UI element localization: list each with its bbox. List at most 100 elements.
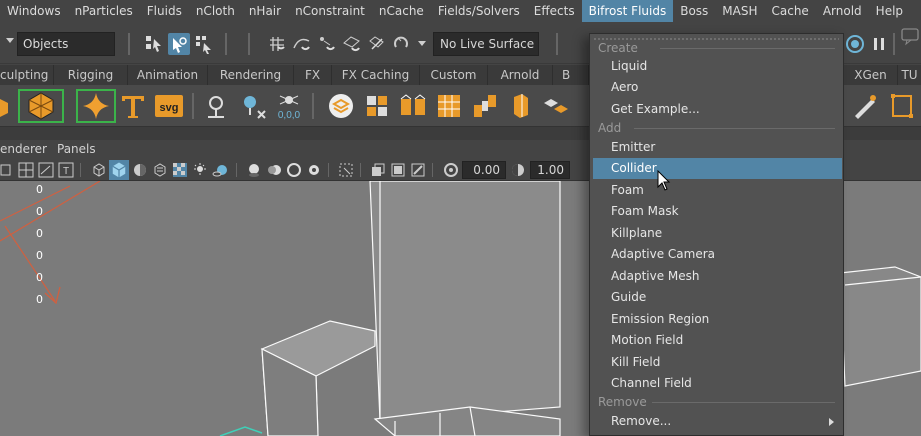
textured-icon[interactable] xyxy=(152,162,168,178)
live-surface-field[interactable]: No Live Surface xyxy=(433,32,539,56)
menu-item-kill-field[interactable]: Kill Field xyxy=(593,352,842,373)
xray-checker-icon[interactable] xyxy=(172,162,188,178)
menu-bifrost-fluids[interactable]: Bifrost Fluids xyxy=(581,0,674,22)
menu-nparticles[interactable]: nParticles xyxy=(68,0,140,22)
depth-of-field-icon[interactable] xyxy=(306,162,322,178)
select-by-object-type-button[interactable] xyxy=(168,33,190,55)
menu-cache[interactable]: Cache xyxy=(765,0,816,22)
menuset-arrow-icon[interactable] xyxy=(6,38,14,43)
tab-tu[interactable]: TU xyxy=(898,65,921,85)
gamma-field[interactable]: 1.00 xyxy=(530,161,570,179)
menu-item-aero[interactable]: Aero xyxy=(593,77,842,98)
xray-active-components-icon[interactable] xyxy=(390,162,406,178)
menu-item-foam-mask[interactable]: Foam Mask xyxy=(593,201,842,222)
menu-item-foam[interactable]: Foam xyxy=(593,180,842,201)
camera-icon[interactable] xyxy=(0,162,12,178)
select-by-component-icon[interactable] xyxy=(193,33,215,55)
delete-constraint-icon[interactable] xyxy=(238,91,268,121)
quads-icon[interactable] xyxy=(362,91,392,121)
joint-origin-icon[interactable]: 0,0,0 xyxy=(274,91,304,121)
menu-item-guide[interactable]: Guide xyxy=(593,287,842,308)
multi-cut-icon[interactable] xyxy=(541,91,571,121)
pivot-icon[interactable] xyxy=(201,91,231,121)
menu-item-killplane[interactable]: Killplane xyxy=(593,223,842,244)
gamma-icon[interactable] xyxy=(510,162,526,178)
cube-icon[interactable] xyxy=(0,91,10,121)
menu-item-motion-field[interactable]: Motion Field xyxy=(593,330,842,351)
menu-item-emission-region[interactable]: Emission Region xyxy=(593,309,842,330)
smooth-shade-button[interactable] xyxy=(109,160,129,180)
tab-custom[interactable]: Custom xyxy=(420,65,488,85)
xray-icon[interactable] xyxy=(370,162,386,178)
make-live-icon[interactable] xyxy=(366,33,388,55)
menu-item-liquid[interactable]: Liquid xyxy=(593,56,842,77)
menu-panels[interactable]: Panels xyxy=(57,142,96,156)
grid-mesh-icon[interactable] xyxy=(434,91,464,121)
default-material-icon[interactable] xyxy=(132,162,148,178)
snap-to-view-plane-icon[interactable] xyxy=(341,33,363,55)
menu-nconstraint[interactable]: nConstraint xyxy=(288,0,372,22)
tab-arnold[interactable]: Arnold xyxy=(488,65,553,85)
motion-blur-icon[interactable] xyxy=(266,162,282,178)
snap-together-icon[interactable] xyxy=(391,33,413,55)
tab-animation[interactable]: Animation xyxy=(128,65,208,85)
platonic-solid-icon[interactable] xyxy=(26,91,56,121)
menu-renderer[interactable]: enderer xyxy=(0,142,47,156)
tab-fx[interactable]: FX xyxy=(294,65,332,85)
layers-icon[interactable] xyxy=(326,91,356,121)
bounding-box-icon[interactable] xyxy=(887,91,917,121)
menu-item-channel-field[interactable]: Channel Field xyxy=(593,373,842,394)
menu-nhair[interactable]: nHair xyxy=(242,0,288,22)
exposure-icon[interactable] xyxy=(443,162,459,178)
menu-item-collider[interactable]: Collider xyxy=(593,158,842,179)
ambient-occlusion-icon[interactable] xyxy=(246,162,262,178)
menu-item-emitter[interactable]: Emitter xyxy=(593,137,842,158)
wireframe-cube-icon[interactable] xyxy=(91,162,107,178)
select-by-hierarchy-icon[interactable] xyxy=(143,33,165,55)
tab-rendering[interactable]: Rendering xyxy=(208,65,294,85)
snap-to-grid-icon[interactable] xyxy=(266,33,288,55)
menu-item-remove[interactable]: Remove... xyxy=(593,411,842,432)
tab-xgen[interactable]: XGen xyxy=(844,65,898,85)
bridge-icon[interactable] xyxy=(470,91,500,121)
sparkle-icon[interactable] xyxy=(81,91,111,121)
menu-effects[interactable]: Effects xyxy=(527,0,582,22)
type-text-icon[interactable] xyxy=(118,91,148,121)
menu-windows[interactable]: Windows xyxy=(0,0,68,22)
exposure-field[interactable]: 0.00 xyxy=(462,161,506,179)
pen-tool-icon[interactable] xyxy=(850,91,880,121)
tab-sculpting[interactable]: culpting xyxy=(0,65,54,85)
lights-icon[interactable] xyxy=(192,162,208,178)
menu-item-get-example[interactable]: Get Example... xyxy=(593,99,842,120)
svg-icon[interactable]: svg xyxy=(154,91,184,121)
chat-bubble-icon[interactable] xyxy=(899,26,921,48)
tab-bifrost[interactable]: B xyxy=(553,65,589,85)
menu-ncache[interactable]: nCache xyxy=(372,0,431,22)
snap-to-point-icon[interactable] xyxy=(316,33,338,55)
chevron-down-icon[interactable] xyxy=(418,41,426,46)
anti-aliasing-icon[interactable] xyxy=(286,162,302,178)
menu-item-adaptive-mesh[interactable]: Adaptive Mesh xyxy=(593,266,842,287)
extrude-icon[interactable] xyxy=(398,91,428,121)
snap-to-curve-icon[interactable] xyxy=(291,33,313,55)
xray-joints-icon[interactable] xyxy=(410,162,426,178)
menu-item-adaptive-camera[interactable]: Adaptive Camera xyxy=(593,244,842,265)
tab-fx-caching[interactable]: FX Caching xyxy=(332,65,420,85)
menu-ncloth[interactable]: nCloth xyxy=(189,0,242,22)
text-overlay-icon[interactable]: T xyxy=(58,162,74,178)
menu-fields-solvers[interactable]: Fields/Solvers xyxy=(431,0,527,22)
selection-mode-dropdown[interactable]: Objects xyxy=(17,32,115,56)
menu-mash[interactable]: MASH xyxy=(715,0,764,22)
menu-fluids[interactable]: Fluids xyxy=(140,0,189,22)
grid-view-icon[interactable] xyxy=(18,162,34,178)
isolate-select-icon[interactable] xyxy=(338,162,354,178)
pause-icon[interactable] xyxy=(868,33,890,55)
render-ipr-icon[interactable] xyxy=(844,33,866,55)
menu-help[interactable]: Help xyxy=(869,0,910,22)
tab-rigging[interactable]: Rigging xyxy=(54,65,128,85)
bevel-icon[interactable] xyxy=(506,91,536,121)
image-plane-icon[interactable] xyxy=(38,162,54,178)
menu-arnold[interactable]: Arnold xyxy=(816,0,869,22)
menu-boss[interactable]: Boss xyxy=(673,0,715,22)
shadows-icon[interactable] xyxy=(212,162,228,178)
